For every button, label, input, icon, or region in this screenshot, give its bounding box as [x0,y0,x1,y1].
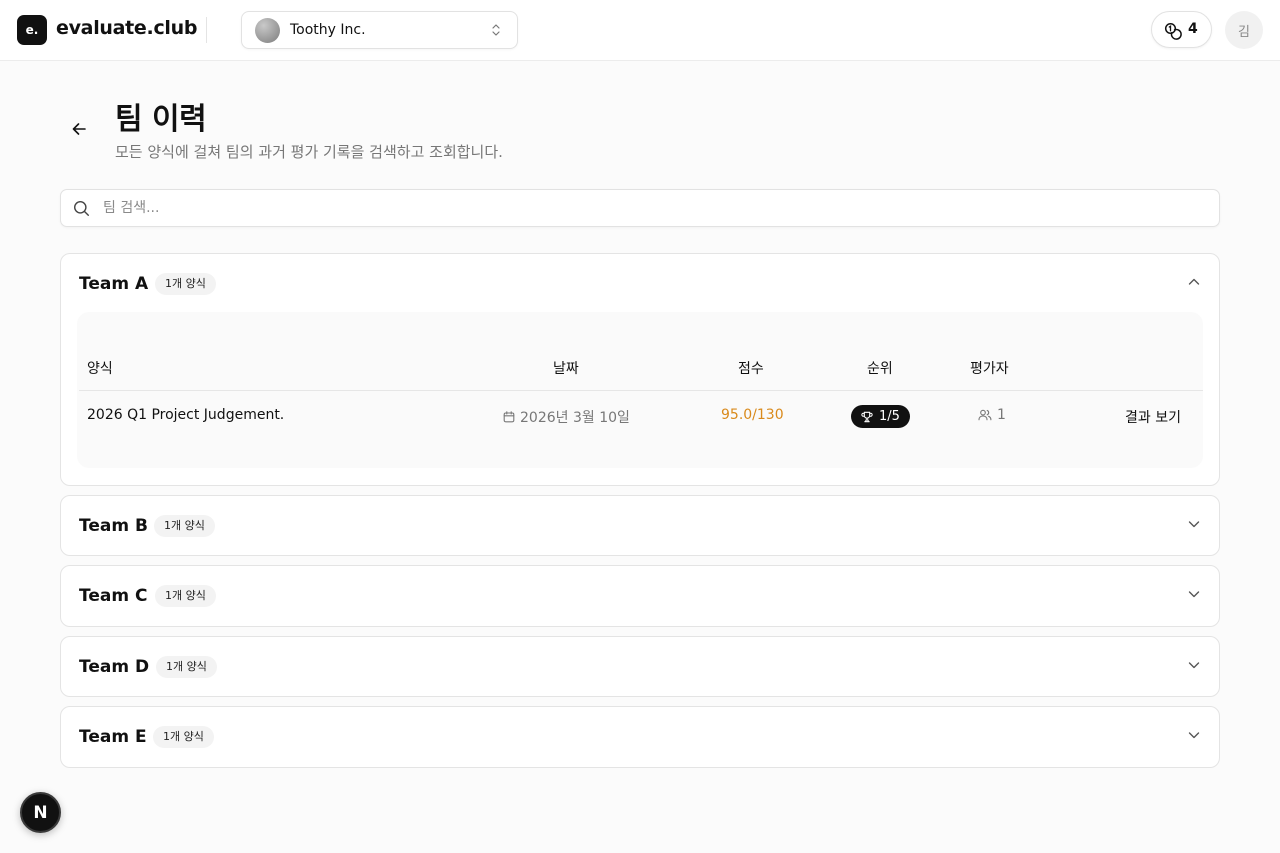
search-input[interactable] [103,191,1203,225]
next-dev-indicator[interactable]: N [20,792,61,833]
form-count-badge: 1개 양식 [153,726,214,748]
forms-table: 양식 날짜 점수 순위 평가자 2026 Q1 Project Judgemen… [77,312,1203,468]
column-header-rank: 순위 [867,361,893,377]
table-divider [79,390,1203,391]
team-header-a[interactable]: Team A 1개 양식 [61,254,1219,314]
org-selector[interactable]: Toothy Inc. [241,11,518,49]
team-card-b[interactable]: Team B 1개 양식 [60,495,1220,556]
team-card-c[interactable]: Team C 1개 양식 [60,565,1220,627]
team-card-e[interactable]: Team E 1개 양식 [60,706,1220,768]
rank-badge: 1/5 [851,405,910,428]
team-name: Team B [79,516,148,536]
form-name: 2026 Q1 Project Judgement. [87,407,285,423]
logo-mark[interactable]: e. [17,15,47,45]
logo-text[interactable]: evaluate.club [56,17,197,39]
back-button[interactable] [68,119,90,139]
chevron-down-icon [1188,521,1200,528]
view-result-link[interactable]: 결과 보기 [1125,407,1181,427]
page-subtitle: 모든 양식에 걸쳐 팀의 과거 평가 기록을 검색하고 조회합니다. [115,143,503,161]
form-count-badge: 1개 양식 [154,515,215,537]
credits-count: 4 [1188,21,1198,37]
chevron-down-icon [1188,662,1200,669]
rank-value: 1/5 [879,409,900,424]
chevron-up-icon [1188,278,1200,285]
team-name: Team D [79,657,150,677]
form-count-badge: 1개 양식 [155,585,216,607]
users-icon [978,409,992,421]
column-header-form: 양식 [87,361,113,377]
form-count-badge: 1개 양식 [155,273,216,295]
chevron-down-icon [1188,732,1200,739]
search-box [60,189,1220,227]
header-divider [206,17,207,43]
evaluator-count-value: 1 [997,407,1006,423]
team-name: Team C [79,586,148,606]
column-header-date: 날짜 [553,361,579,377]
score-value: 95.0/130 [721,407,784,423]
search-icon [74,201,89,216]
team-name: Team A [79,274,149,294]
team-card-d[interactable]: Team D 1개 양식 [60,636,1220,697]
org-name: Toothy Inc. [290,22,366,38]
team-card-a: Team A 1개 양식 양식 날짜 점수 순위 평가자 2026 Q1 Pro… [60,253,1220,486]
team-name: Team E [79,727,147,747]
column-header-evaluators: 평가자 [970,361,1009,377]
chevron-up-down-icon [492,24,500,36]
coins-icon [1164,22,1182,40]
form-count-badge: 1개 양식 [156,656,217,678]
trophy-icon [861,411,873,422]
page-title: 팀 이력 [115,102,207,137]
credits-button[interactable]: 4 [1151,11,1212,48]
evaluator-count: 1 [978,407,1006,423]
arrow-left-icon [72,123,86,135]
date-cell: 2026년 3월 10일 [503,407,630,427]
user-avatar[interactable]: 김 [1225,11,1263,49]
calendar-icon [503,411,515,423]
org-avatar [255,18,280,43]
column-header-score: 점수 [738,361,764,377]
form-date: 2026년 3월 10일 [520,410,630,426]
chevron-down-icon [1188,591,1200,598]
app-header: e. evaluate.club Toothy Inc. 4 김 [0,0,1280,61]
